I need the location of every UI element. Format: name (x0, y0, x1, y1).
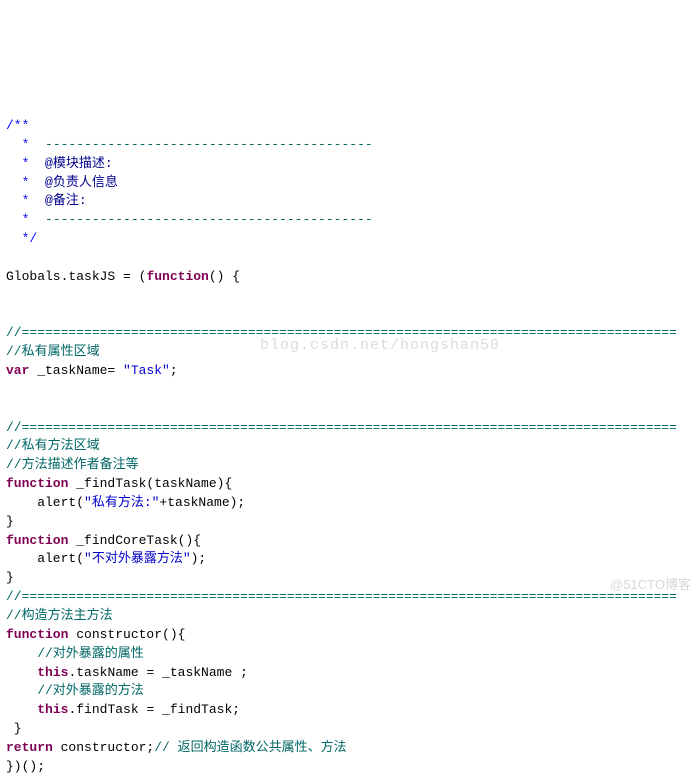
comment: //私有方法区域 (6, 438, 100, 453)
doc-star: * (6, 212, 45, 227)
code-line: } (6, 514, 14, 529)
separator: //======================================… (6, 589, 677, 604)
comment: //对外暴露的方法 (6, 683, 144, 698)
code-line: return constructor;// 返回构造函数公共属性、方法 (6, 740, 347, 755)
code-line: function _findCoreTask(){ (6, 533, 201, 548)
code-line: alert("不对外暴露方法"); (6, 551, 206, 566)
doc-dash: ----------------------------------------… (45, 212, 373, 227)
separator: //======================================… (6, 325, 677, 340)
code-line: this.taskName = _taskName ; (6, 665, 248, 680)
code-line: this.findTask = _findTask; (6, 702, 240, 717)
doc-star: * (6, 175, 45, 190)
doc-star: * (6, 156, 45, 171)
code-line: function constructor(){ (6, 627, 185, 642)
code-line: var _taskName= "Task"; (6, 363, 178, 378)
comment: //方法描述作者备注等 (6, 457, 139, 472)
comment: //对外暴露的属性 (6, 646, 144, 661)
code-line: })(); (6, 759, 45, 774)
doc-tag: @模块描述: (45, 156, 113, 171)
doc-star: * (6, 137, 45, 152)
doc-star: * (6, 193, 45, 208)
doc-tag: @负责人信息 (45, 175, 118, 190)
doc-end: */ (6, 231, 37, 246)
doc-start: /** (6, 118, 29, 133)
separator: //======================================… (6, 420, 677, 435)
comment: //私有属性区域 (6, 344, 100, 359)
code-line: } (6, 570, 14, 585)
code-line: alert("私有方法:"+taskName); (6, 495, 245, 510)
code-line: Globals.taskJS = (function() { (6, 269, 240, 284)
doc-dash: ----------------------------------------… (45, 137, 373, 152)
comment: //构造方法主方法 (6, 608, 113, 623)
code-line: } (6, 721, 22, 736)
code-line: function _findTask(taskName){ (6, 476, 232, 491)
doc-tag: @备注: (45, 193, 87, 208)
code-block: /** * ----------------------------------… (6, 118, 677, 774)
